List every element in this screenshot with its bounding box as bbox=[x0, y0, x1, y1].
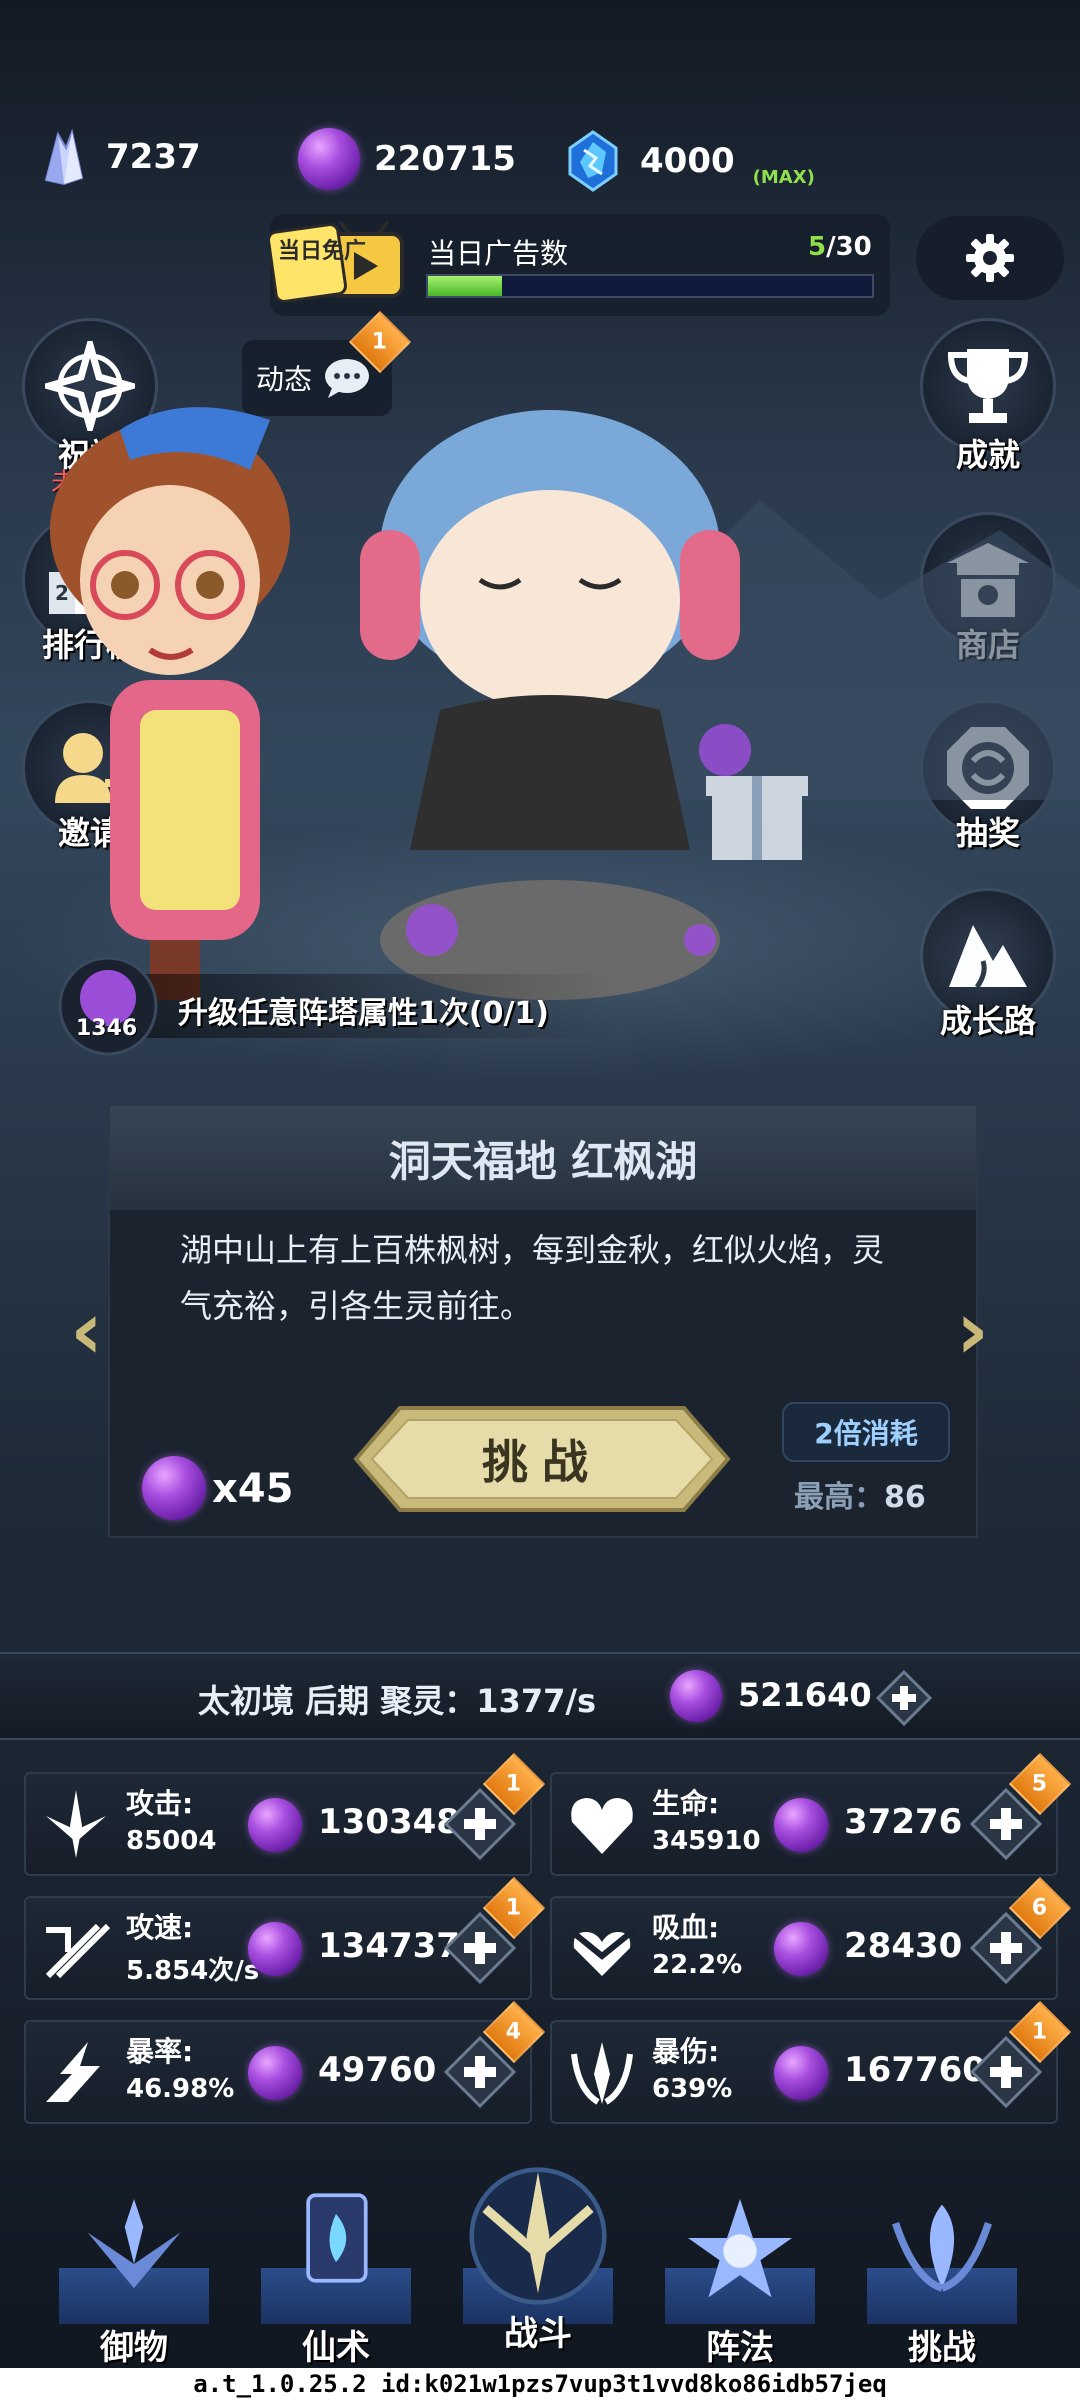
stat-name: 吸血: bbox=[652, 1911, 720, 1944]
battle-icon bbox=[469, 2167, 607, 2305]
stat-name: 生命: bbox=[652, 1787, 720, 1820]
stat-value: 345910 bbox=[652, 1826, 761, 1856]
lifesteal-icon bbox=[568, 1927, 636, 1976]
cultivation-add-button[interactable] bbox=[876, 1670, 932, 1726]
ad-title: 当日广告数 bbox=[428, 237, 569, 270]
next-location-arrow[interactable]: › bbox=[956, 1284, 989, 1377]
ad-count: 5/30 bbox=[808, 232, 872, 262]
ad-total: /30 bbox=[826, 232, 872, 262]
cultivation-realm: 太初境 后期 聚灵：1377/s bbox=[198, 1682, 597, 1720]
stat-card-attack: 攻击: 85004 130348 1 bbox=[24, 1752, 546, 1876]
stat-card-attack-speed: 攻速: 5.854次/s 134737 1 bbox=[24, 1876, 546, 2000]
nav-treasures[interactable]: 御物 bbox=[44, 2186, 224, 2368]
challenge-label: 挑战 bbox=[482, 1435, 602, 1489]
stat-cost-orb-icon bbox=[774, 2046, 828, 2100]
stat-name: 攻击: bbox=[126, 1787, 194, 1820]
orb-count: 220715 bbox=[374, 139, 516, 179]
stat-value: 22.2% bbox=[652, 1950, 743, 1980]
ad-progress-bar bbox=[426, 274, 874, 298]
stat-card-health: 生命: 345910 37276 5 bbox=[550, 1752, 1072, 1876]
cost-orb-icon bbox=[142, 1456, 206, 1520]
nav-battle[interactable]: 战斗 bbox=[448, 2156, 628, 2354]
spells-icon bbox=[306, 2193, 368, 2283]
location-title: 洞天福地 红枫湖 bbox=[388, 1137, 698, 1186]
treasures-icon bbox=[87, 2199, 181, 2289]
crystal-count: 7237 bbox=[106, 137, 201, 177]
ad-progress-fill bbox=[428, 276, 502, 296]
best-record: 最高：86 bbox=[794, 1472, 926, 1516]
stat-cost-orb-icon bbox=[248, 1922, 302, 1976]
stat-value: 639% bbox=[652, 2074, 733, 2104]
nav-label: 挑战 bbox=[908, 2328, 976, 2368]
nav-spells[interactable]: 仙术 bbox=[246, 2186, 426, 2368]
cultivation-orb-count: 521640 bbox=[738, 1676, 872, 1714]
free-ad-tv-icon[interactable]: 当日免广 bbox=[270, 218, 410, 306]
debug-build-id: a.t_1.0.25.2 id:k021w1pzs7vup3t1vvd8ko86… bbox=[0, 2368, 1080, 2400]
cultivation-orb-icon bbox=[670, 1670, 722, 1722]
nav-label: 阵法 bbox=[706, 2328, 774, 2368]
nav-formation[interactable]: 阵法 bbox=[650, 2186, 830, 2368]
attack-speed-icon bbox=[45, 1923, 111, 1979]
stat-name: 暴率: bbox=[126, 2035, 194, 2068]
stat-card-crit-rate: 暴率: 46.98% 49760 4 bbox=[24, 2000, 546, 2124]
best-label: 最高： bbox=[794, 1480, 884, 1515]
challenge-icon bbox=[892, 2204, 992, 2292]
energy-crystal-icon bbox=[568, 130, 618, 192]
ad-current: 5 bbox=[808, 232, 827, 262]
location-description: 湖中山上有上百株枫树，每到金秋，红似火焰，灵气充裕，引各生灵前往。 bbox=[180, 1231, 885, 1325]
stat-name: 暴伤: bbox=[652, 2035, 720, 2068]
stat-cost: 167760 bbox=[844, 2050, 986, 2090]
stat-card-crit-damage: 暴伤: 639% 167760 1 bbox=[550, 2000, 1072, 2124]
energy-count: 4000 bbox=[640, 141, 735, 181]
quest-text: 升级任意阵塔属性1次(0/1) bbox=[178, 996, 550, 1031]
energy-currency: 4000 (MAX) bbox=[560, 128, 815, 194]
crystal-currency: 7237 bbox=[36, 128, 201, 186]
prev-location-arrow[interactable]: ‹ bbox=[70, 1284, 103, 1377]
best-value: 86 bbox=[884, 1480, 926, 1515]
crit-rate-icon bbox=[46, 2042, 100, 2102]
health-icon bbox=[571, 1798, 633, 1854]
settings-button[interactable] bbox=[916, 216, 1064, 300]
stat-value: 5.854次/s bbox=[126, 1956, 260, 1986]
nav-challenge[interactable]: 挑战 bbox=[852, 2186, 1032, 2368]
nav-label: 御物 bbox=[100, 2328, 168, 2368]
stat-value: 46.98% bbox=[126, 2074, 235, 2104]
stat-cost: 134737 bbox=[318, 1926, 460, 1966]
nav-label: 战斗 bbox=[504, 2314, 572, 2354]
stat-cost-orb-icon bbox=[248, 2046, 302, 2100]
stat-cost: 28430 bbox=[844, 1926, 963, 1966]
stat-cost-orb-icon bbox=[774, 1922, 828, 1976]
orb-currency: 220715 bbox=[298, 128, 516, 190]
quest-reward-count: 1346 bbox=[76, 1016, 138, 1041]
formation-icon bbox=[688, 2199, 792, 2298]
crystal-icon bbox=[44, 128, 84, 186]
stat-value: 85004 bbox=[126, 1826, 217, 1856]
stat-card-lifesteal: 吸血: 22.2% 28430 6 bbox=[550, 1876, 1072, 2000]
double-cost-button[interactable]: 2倍消耗 bbox=[782, 1402, 950, 1462]
ad-icon-text: 当日免广 bbox=[278, 238, 366, 264]
stat-cost-orb-icon bbox=[774, 1798, 828, 1852]
gear-icon bbox=[966, 234, 1014, 282]
challenge-cost: x45 bbox=[212, 1466, 294, 1512]
gift-box-icon bbox=[706, 776, 808, 860]
spirit-orb-icon bbox=[298, 128, 360, 190]
energy-max-tag: (MAX) bbox=[752, 167, 815, 188]
crit-damage-icon bbox=[571, 2042, 633, 2105]
grandma-character bbox=[50, 407, 290, 1000]
attack-icon bbox=[46, 1790, 106, 1858]
stat-cost-orb-icon bbox=[248, 1798, 302, 1852]
nav-label: 仙术 bbox=[302, 2328, 370, 2368]
stat-cost: 130348 bbox=[318, 1802, 460, 1842]
stat-cost: 37276 bbox=[844, 1802, 963, 1842]
stat-cost: 49760 bbox=[318, 2050, 437, 2090]
stat-name: 攻速: bbox=[126, 1911, 194, 1944]
